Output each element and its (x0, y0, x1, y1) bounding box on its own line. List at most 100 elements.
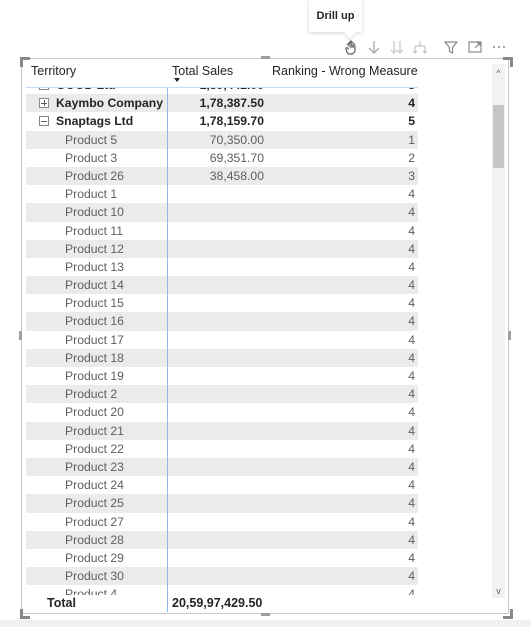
scrollbar-thumb[interactable] (493, 105, 504, 168)
vertical-scrollbar[interactable]: ^ v (492, 64, 505, 598)
cell-territory: Product 5 (65, 132, 118, 147)
table-row-group[interactable]: Kaymbo Company 1,78,387.50 4 (26, 94, 418, 113)
resize-handle-left[interactable] (19, 331, 22, 340)
drill-down-icon[interactable] (365, 38, 383, 56)
cell-territory: Product 25 (65, 496, 124, 511)
table-row[interactable]: Product 26 38,458.00 3 (26, 166, 418, 186)
table-row[interactable]: Product 29 4 (26, 549, 418, 567)
cell-ranking: 4 (408, 369, 415, 383)
total-row: Total 20,59,97,429.50 (26, 595, 418, 613)
table-row[interactable]: Product 22 4 (26, 440, 418, 458)
column-header-row: Territory Total Sales Ranking - Wrong Me… (26, 59, 418, 83)
total-label: Total (47, 596, 76, 610)
cell-ranking: 4 (408, 550, 415, 565)
sort-descending-icon (174, 78, 180, 82)
cell-territory: Product 3 (65, 150, 118, 165)
cell-ranking: 4 (408, 278, 415, 293)
table-row[interactable]: Product 21 4 (26, 421, 418, 440)
resize-handle-bottom[interactable] (261, 613, 270, 616)
filter-icon[interactable] (442, 38, 460, 56)
column-header-total-sales[interactable]: Total Sales (172, 64, 233, 78)
table-row[interactable]: Product 10 4 (26, 203, 418, 222)
table-row[interactable]: Product 16 4 (26, 312, 418, 331)
table-row[interactable]: Product 17 4 (26, 331, 418, 349)
cell-territory: Product 27 (65, 514, 124, 529)
tooltip-text: Drill up (316, 10, 355, 22)
cell-territory: Product 17 (65, 332, 124, 347)
table-row[interactable]: Product 3 69,351.70 2 (26, 149, 418, 167)
table-body: GOOD Ltd1,89,442.003Kaymbo Company1,78,3… (26, 88, 418, 595)
cell-ranking: 2 (408, 150, 415, 165)
table-row[interactable]: Product 5 70,350.00 1 (26, 130, 418, 149)
scroll-down-icon[interactable]: v (492, 584, 505, 598)
more-options-icon[interactable] (490, 38, 508, 56)
table-row[interactable]: Product 2 4 (26, 385, 418, 404)
cell-ranking: 4 (408, 459, 415, 474)
cell-ranking: 4 (408, 96, 415, 111)
cell-ranking: 4 (408, 332, 415, 347)
table-row-group[interactable]: Snaptags Ltd 1,78,159.70 5 (26, 112, 418, 130)
cell-ranking: 4 (408, 187, 415, 202)
cell-territory: Product 14 (65, 278, 124, 293)
table-row[interactable]: Product 15 4 (26, 294, 418, 312)
cell-territory: Product 24 (65, 478, 124, 493)
cell-territory: Product 13 (65, 259, 124, 274)
canvas-bottom-band (0, 620, 531, 627)
next-level-icon[interactable] (388, 38, 406, 56)
table-row[interactable]: Product 28 4 (26, 530, 418, 549)
cell-ranking: 4 (408, 405, 415, 420)
cell-ranking: 4 (408, 478, 415, 493)
table-row[interactable]: Product 27 4 (26, 513, 418, 531)
column-header-territory[interactable]: Territory (31, 64, 76, 78)
cell-territory: Product 10 (65, 205, 124, 220)
cell-ranking: 4 (408, 441, 415, 456)
cell-total-sales: 1,78,159.70 (199, 114, 264, 129)
table-row[interactable]: Product 30 4 (26, 567, 418, 586)
table-row[interactable]: Product 4 4 (26, 585, 418, 595)
table-row[interactable]: Product 19 4 (26, 367, 418, 385)
table-row[interactable]: Product 18 4 (26, 348, 418, 367)
cell-ranking: 4 (408, 350, 415, 365)
table-row[interactable]: Product 13 4 (26, 258, 418, 276)
cell-ranking: 4 (408, 532, 415, 547)
table-row[interactable]: Product 20 4 (26, 403, 418, 421)
cell-territory: Product 21 (65, 423, 124, 438)
cell-ranking: 4 (408, 587, 415, 595)
table-row[interactable]: Product 1 4 (26, 185, 418, 203)
cell-ranking: 1 (408, 132, 415, 147)
cell-ranking: 5 (408, 114, 415, 129)
cell-total-sales: 1,78,387.50 (199, 96, 264, 111)
cell-territory: Product 11 (65, 223, 124, 238)
table-row[interactable]: Product 11 4 (26, 222, 418, 240)
focus-mode-icon[interactable] (466, 38, 484, 56)
cell-ranking: 4 (408, 496, 415, 511)
total-sales-value: 20,59,97,429.50 (172, 596, 263, 610)
cell-territory: Product 28 (65, 532, 124, 547)
cell-territory: Product 2 (65, 387, 118, 402)
cell-ranking: 4 (408, 569, 415, 584)
cell-territory: Product 29 (65, 550, 124, 565)
resize-corner-bottom-right[interactable] (503, 609, 513, 619)
drill-up-icon[interactable] (342, 38, 360, 56)
cell-territory: Product 1 (65, 187, 118, 202)
matrix-table: Territory Total Sales Ranking - Wrong Me… (26, 59, 490, 613)
cell-territory: Snaptags Ltd (56, 114, 134, 129)
cell-ranking: 4 (408, 387, 415, 402)
cell-ranking: 4 (408, 514, 415, 529)
scroll-up-icon[interactable]: ^ (492, 66, 505, 80)
cell-total-sales: 38,458.00 (209, 168, 264, 183)
table-row[interactable]: Product 24 4 (26, 476, 418, 494)
table-row[interactable]: Product 23 4 (26, 457, 418, 477)
resize-handle-right[interactable] (508, 331, 511, 340)
column-header-ranking[interactable]: Ranking - Wrong Measure (272, 64, 418, 78)
cell-total-sales: 69,351.70 (209, 150, 264, 165)
drill-up-tooltip: Drill up (309, 0, 362, 32)
cell-ranking: 4 (408, 314, 415, 329)
table-row[interactable]: Product 12 4 (26, 239, 418, 258)
cell-ranking: 4 (408, 241, 415, 256)
cell-territory: Product 16 (65, 314, 124, 329)
table-row[interactable]: Product 14 4 (26, 276, 418, 295)
table-row[interactable]: Product 25 4 (26, 494, 418, 513)
cell-territory: Product 23 (65, 459, 124, 474)
expand-hierarchy-icon[interactable] (411, 38, 429, 56)
